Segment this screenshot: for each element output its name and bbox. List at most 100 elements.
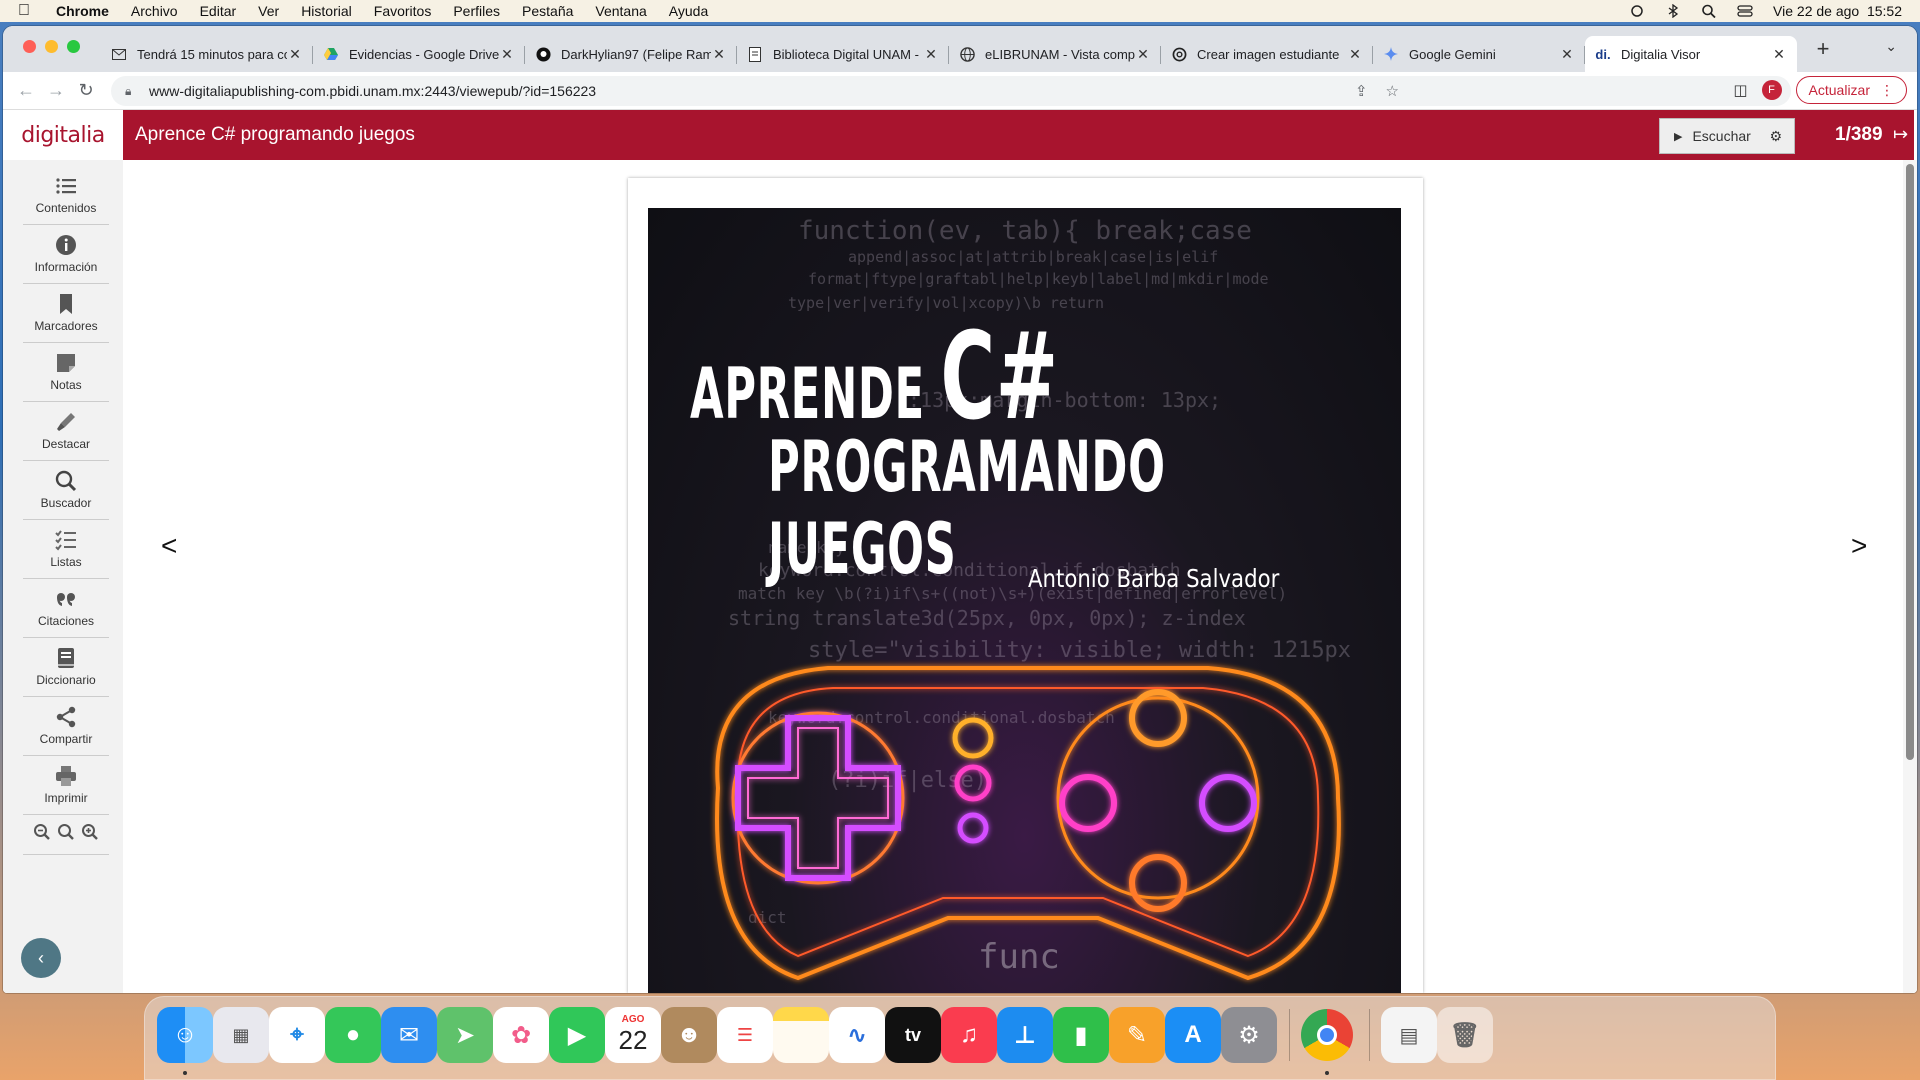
launchpad-icon[interactable]: ▦ (213, 1007, 269, 1063)
menu-favoritos[interactable]: Favoritos (374, 3, 432, 19)
url-text[interactable]: www-digitaliapublishing-com.pbidi.unam.m… (149, 83, 596, 99)
new-tab-button[interactable]: + (1809, 36, 1837, 62)
menu-ventana[interactable]: Ventana (595, 3, 646, 19)
app-store-icon[interactable]: A (1165, 1007, 1221, 1063)
tab-github[interactable]: DarkHylian97 (Felipe Ram ✕ (525, 36, 737, 72)
sidebar-item-notas[interactable]: Notas (23, 343, 109, 402)
tab-elibrunam[interactable]: eLIBRUNAM - Vista compl ✕ (949, 36, 1161, 72)
fullscreen-window-button[interactable] (67, 40, 80, 53)
bluetooth-icon[interactable] (1665, 3, 1681, 19)
side-panel-icon[interactable]: ◫ (1733, 81, 1747, 99)
zoom-in-icon[interactable] (81, 823, 99, 846)
reload-button[interactable]: ↻ (73, 80, 99, 101)
pages-icon[interactable]: ✎ (1109, 1007, 1165, 1063)
photos-icon[interactable]: ✿ (493, 1007, 549, 1063)
openai-icon (1171, 46, 1187, 62)
apple-menu-icon[interactable]:  (18, 2, 38, 20)
menu-historial[interactable]: Historial (301, 3, 352, 19)
apple-tv-icon[interactable]: tv (885, 1007, 941, 1063)
update-chrome-button[interactable]: Actualizar ⋮ (1795, 76, 1907, 104)
tab-close-icon[interactable]: ✕ (923, 46, 939, 63)
tab-close-icon[interactable]: ✕ (1559, 46, 1575, 63)
address-bar[interactable]: 🔒︎ www-digitaliapublishing-com.pbidi.una… (111, 76, 1791, 106)
menu-pestana[interactable]: Pestaña (522, 3, 573, 19)
more-menu-icon[interactable]: ⋮ (1880, 82, 1894, 99)
collapse-sidebar-button[interactable]: ‹ (21, 938, 61, 978)
tab-gemini[interactable]: Google Gemini ✕ (1373, 36, 1585, 72)
notes-icon[interactable] (773, 1007, 829, 1063)
list-icon (55, 175, 77, 197)
system-settings-icon[interactable]: ⚙ (1221, 1007, 1277, 1063)
next-page-button[interactable]: > (1851, 530, 1867, 562)
menu-app-name[interactable]: Chrome (56, 3, 109, 19)
sidebar-item-contenidos[interactable]: Contenidos (23, 166, 109, 225)
tab-close-icon[interactable]: ✕ (1771, 46, 1787, 63)
previous-page-button[interactable]: < (161, 530, 177, 562)
sidebar-item-buscador[interactable]: Buscador (23, 461, 109, 520)
lock-icon[interactable]: 🔒︎ (125, 84, 139, 99)
page-scrollbar[interactable] (1903, 160, 1917, 993)
tab-gmail[interactable]: Tendrá 15 minutos para co ✕ (101, 36, 313, 72)
menubar-datetime[interactable]: Vie 22 de ago 15:52 (1773, 3, 1902, 19)
listen-button[interactable]: ▶ Escuchar ⚙ (1659, 118, 1795, 154)
sidebar-item-diccionario[interactable]: Diccionario (23, 638, 109, 697)
sidebar-item-listas[interactable]: Listas (23, 520, 109, 579)
focus-icon[interactable] (1629, 4, 1645, 18)
mail-app-icon[interactable]: ✉ (381, 1007, 437, 1063)
spotlight-search-icon[interactable] (1701, 4, 1717, 19)
menu-perfiles[interactable]: Perfiles (453, 3, 500, 19)
facetime-icon[interactable]: ▶ (549, 1007, 605, 1063)
tab-close-icon[interactable]: ✕ (711, 46, 727, 63)
menu-archivo[interactable]: Archivo (131, 3, 178, 19)
back-button[interactable]: ← (13, 80, 39, 101)
trash-icon[interactable]: 🗑︎ (1437, 1007, 1493, 1063)
sidebar-item-compartir[interactable]: Compartir (23, 697, 109, 756)
sidebar-item-destacar[interactable]: Destacar (23, 402, 109, 461)
contacts-icon[interactable]: ☻ (661, 1007, 717, 1063)
share-page-icon[interactable]: ⇪ (1355, 82, 1368, 100)
scrollbar-thumb[interactable] (1906, 164, 1914, 760)
listen-label: Escuchar (1692, 128, 1751, 144)
exit-icon[interactable]: ↦ (1893, 124, 1908, 145)
numbers-icon[interactable]: ▮ (1053, 1007, 1109, 1063)
messages-icon[interactable]: ● (325, 1007, 381, 1063)
digitalia-logo[interactable]: digitalia (3, 110, 123, 160)
cover-code-background: function(ev, tab){ break;case (798, 216, 1252, 246)
menu-ver[interactable]: Ver (258, 3, 279, 19)
zoom-out-icon[interactable] (33, 823, 51, 846)
reminders-icon[interactable]: ☰ (717, 1007, 773, 1063)
chrome-icon[interactable] (1301, 1009, 1353, 1061)
tab-close-icon[interactable]: ✕ (287, 46, 303, 63)
menu-ayuda[interactable]: Ayuda (669, 3, 708, 19)
finder-icon[interactable]: ☺ (157, 1007, 213, 1063)
preview-document-icon[interactable]: ▤ (1381, 1007, 1437, 1063)
freeform-icon[interactable]: ∿ (829, 1007, 885, 1063)
tab-close-icon[interactable]: ✕ (499, 46, 515, 63)
tab-close-icon[interactable]: ✕ (1135, 46, 1151, 63)
gear-icon[interactable]: ⚙ (1769, 128, 1782, 145)
maps-icon[interactable]: ➤ (437, 1007, 493, 1063)
sidebar-item-citaciones[interactable]: Citaciones (23, 579, 109, 638)
tab-chatgpt[interactable]: Crear imagen estudiante ✕ (1161, 36, 1373, 72)
running-indicator (183, 1071, 187, 1075)
forward-button[interactable]: → (43, 80, 69, 101)
minimize-window-button[interactable] (45, 40, 58, 53)
sidebar-item-informacion[interactable]: Información (23, 225, 109, 284)
zoom-reset-icon[interactable] (57, 823, 75, 846)
safari-icon[interactable]: ⌖ (269, 1007, 325, 1063)
tab-close-icon[interactable]: ✕ (1347, 46, 1363, 63)
calendar-icon[interactable]: AGO 22 (605, 1007, 661, 1063)
sidebar-item-imprimir[interactable]: Imprimir (23, 756, 109, 815)
tab-search-chevron-icon[interactable]: ⌄ (1885, 38, 1897, 55)
sidebar-item-marcadores[interactable]: Marcadores (23, 284, 109, 343)
close-window-button[interactable] (23, 40, 36, 53)
bookmark-star-icon[interactable]: ☆ (1386, 82, 1399, 100)
music-icon[interactable]: ♫ (941, 1007, 997, 1063)
keynote-icon[interactable]: ⊥ (997, 1007, 1053, 1063)
tab-google-drive[interactable]: Evidencias - Google Drive ✕ (313, 36, 525, 72)
control-center-icon[interactable] (1737, 4, 1753, 18)
tab-digitalia-visor[interactable]: di. Digitalia Visor ✕ (1585, 36, 1797, 72)
profile-avatar[interactable]: F (1761, 80, 1782, 100)
tab-biblioteca-unam[interactable]: Biblioteca Digital UNAM - ✕ (737, 36, 949, 72)
menu-editar[interactable]: Editar (200, 3, 237, 19)
